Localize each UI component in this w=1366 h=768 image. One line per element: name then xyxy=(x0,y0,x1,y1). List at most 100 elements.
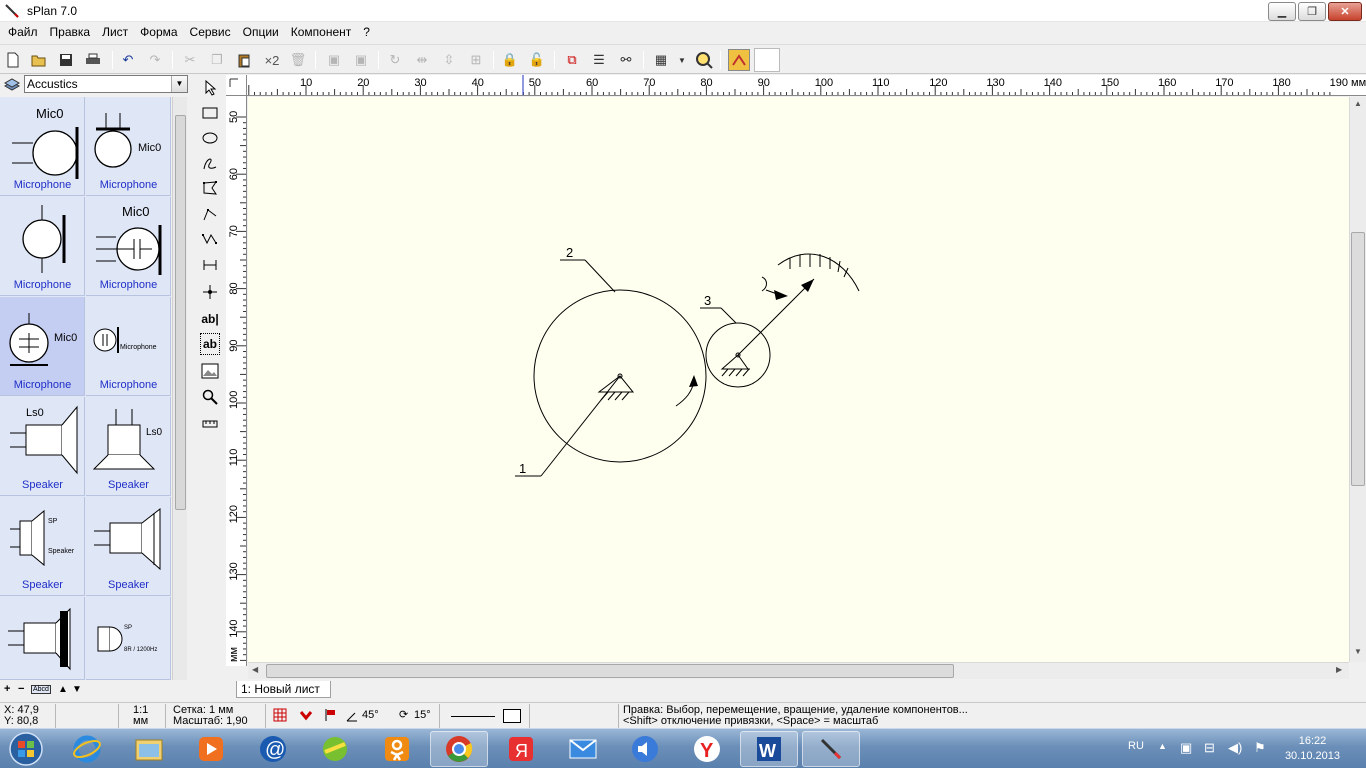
library-item[interactable]: Microphone xyxy=(0,197,85,296)
select-arrow-icon[interactable] xyxy=(198,77,222,99)
undo-icon[interactable]: ↶ xyxy=(118,50,138,70)
polyline-icon[interactable] xyxy=(198,203,222,225)
save-icon[interactable] xyxy=(56,50,76,70)
move-up-icon[interactable]: ▲ xyxy=(58,684,68,695)
scroll-right-icon[interactable]: ▶ xyxy=(1336,665,1342,674)
duplicate-button[interactable]: ×2 xyxy=(261,50,283,70)
polygon-icon[interactable] xyxy=(198,177,222,199)
tab-sheet-1[interactable]: 1: Новый лист xyxy=(236,681,331,698)
scrollbar-thumb[interactable] xyxy=(175,115,186,510)
scrollbar-thumb[interactable] xyxy=(266,664,954,678)
menu-help[interactable]: ? xyxy=(357,22,376,42)
bezier-icon[interactable] xyxy=(198,152,222,174)
mail-at-icon[interactable]: @ xyxy=(244,731,302,767)
library-item[interactable]: Mic0 Microphone xyxy=(0,97,85,196)
library-item[interactable]: SP 8R / 1200Hz xyxy=(86,597,171,680)
tray-expand-icon[interactable]: ▲ xyxy=(1158,741,1167,751)
tray-flag-icon[interactable]: ⚑ xyxy=(1254,740,1266,756)
to-back-icon[interactable]: ▣ xyxy=(351,50,371,70)
chrome-icon[interactable] xyxy=(430,731,488,767)
library-scrollbar[interactable] xyxy=(172,97,187,680)
canvas-vertical-scrollbar[interactable]: ▲ ▼ xyxy=(1349,97,1366,662)
ellipse-icon[interactable] xyxy=(198,127,222,149)
library-item[interactable]: Speaker xyxy=(86,497,171,596)
word-icon[interactable]: W xyxy=(740,731,798,767)
line-style-preview[interactable] xyxy=(451,716,495,717)
textframe-icon[interactable]: ab xyxy=(200,333,220,355)
lock-icon[interactable]: 🔒 xyxy=(500,50,520,70)
tray-network-icon[interactable]: ⊟ xyxy=(1204,740,1215,756)
group-icon[interactable]: ⊞ xyxy=(466,50,486,70)
open-icon[interactable] xyxy=(29,50,49,70)
file-explorer-icon[interactable] xyxy=(120,731,178,767)
text-icon[interactable]: ab| xyxy=(198,308,222,330)
to-front-icon[interactable]: ▣ xyxy=(324,50,344,70)
angle-step-2[interactable]: 15° xyxy=(414,710,431,721)
snap-magnet-icon[interactable] xyxy=(299,708,313,725)
menu-component[interactable]: Компонент xyxy=(285,22,358,42)
rectangle-icon[interactable] xyxy=(198,102,222,124)
ruler-corner[interactable] xyxy=(226,75,247,96)
start-orb-icon[interactable] xyxy=(0,731,52,767)
menu-file[interactable]: Файл xyxy=(2,22,44,42)
internet-explorer-icon[interactable] xyxy=(58,731,116,767)
splan-icon[interactable] xyxy=(802,731,860,767)
language-indicator[interactable]: RU xyxy=(1128,740,1144,752)
list-icon[interactable]: ☰ xyxy=(589,50,609,70)
mirror-h-icon[interactable]: ⇹ xyxy=(412,50,432,70)
tray-volume-icon[interactable]: ◀) xyxy=(1228,740,1242,756)
library-item[interactable]: SP Speaker Speaker xyxy=(0,497,85,596)
odnoklassniki-icon[interactable] xyxy=(368,731,426,767)
paste-icon[interactable] xyxy=(234,50,254,70)
drawing-canvas[interactable]: 1 2 3 xyxy=(248,97,1349,662)
game-icon[interactable] xyxy=(306,731,364,767)
scroll-left-icon[interactable]: ◀ xyxy=(252,665,258,674)
angle-step-1[interactable]: 45° xyxy=(362,710,379,721)
yandex-browser-icon[interactable]: Y xyxy=(678,731,736,767)
menu-shape[interactable]: Форма xyxy=(134,22,183,42)
grid-dropdown-icon[interactable]: ▼ xyxy=(676,50,688,70)
cut-icon[interactable]: ✂ xyxy=(180,50,200,70)
dimension-icon[interactable] xyxy=(198,254,222,276)
canvas-horizontal-scrollbar[interactable]: ◀ ▶ xyxy=(248,662,1349,679)
rename-icon[interactable]: Abcd xyxy=(31,685,51,694)
color-icon[interactable] xyxy=(728,49,750,71)
magnify-icon[interactable] xyxy=(198,386,222,408)
redo-icon[interactable]: ↷ xyxy=(145,50,165,70)
curve-icon[interactable] xyxy=(198,228,222,250)
library-item-selected[interactable]: Mic0 Microphone xyxy=(0,297,85,396)
image-icon[interactable] xyxy=(198,360,222,382)
yandex-icon[interactable]: Я xyxy=(492,731,550,767)
add-icon[interactable]: + xyxy=(4,683,10,695)
angle-icon[interactable] xyxy=(346,710,358,725)
library-select[interactable]: Accustics ▼ xyxy=(24,75,188,93)
new-icon[interactable] xyxy=(3,50,23,70)
tray-device-icon[interactable]: ▣ xyxy=(1180,740,1192,756)
remove-icon[interactable]: − xyxy=(18,683,24,695)
print-icon[interactable] xyxy=(83,50,103,70)
zoom-icon[interactable] xyxy=(694,50,714,70)
search-binoculars-icon[interactable]: ⚯ xyxy=(616,50,636,70)
library-item[interactable]: Ls0 Speaker xyxy=(86,397,171,496)
close-button[interactable]: ✕ xyxy=(1328,2,1362,21)
fill-style-preview[interactable] xyxy=(503,709,521,723)
move-down-icon[interactable]: ▼ xyxy=(72,684,82,695)
unlock-icon[interactable]: 🔓 xyxy=(527,50,547,70)
library-stack-icon[interactable] xyxy=(3,76,21,92)
system-clock[interactable]: 16:22 30.10.2013 xyxy=(1285,734,1340,764)
mail-envelope-icon[interactable] xyxy=(554,731,612,767)
node-icon[interactable] xyxy=(198,281,222,303)
library-item[interactable]: Microphone Microphone xyxy=(86,297,171,396)
library-item[interactable]: Mic0 Microphone xyxy=(86,97,171,196)
library-item[interactable] xyxy=(0,597,85,680)
minimize-button[interactable]: ▁ xyxy=(1268,2,1296,21)
chevron-down-icon[interactable]: ▼ xyxy=(171,76,187,92)
scrollbar-thumb[interactable] xyxy=(1351,232,1365,486)
scroll-down-icon[interactable]: ▼ xyxy=(1354,647,1362,656)
media-player-icon[interactable] xyxy=(182,731,240,767)
menu-options[interactable]: Опции xyxy=(237,22,285,42)
menu-service[interactable]: Сервис xyxy=(184,22,237,42)
scroll-up-icon[interactable]: ▲ xyxy=(1354,99,1362,108)
rotate-icon[interactable]: ↻ xyxy=(385,50,405,70)
grid-toggle-icon[interactable] xyxy=(273,708,287,725)
